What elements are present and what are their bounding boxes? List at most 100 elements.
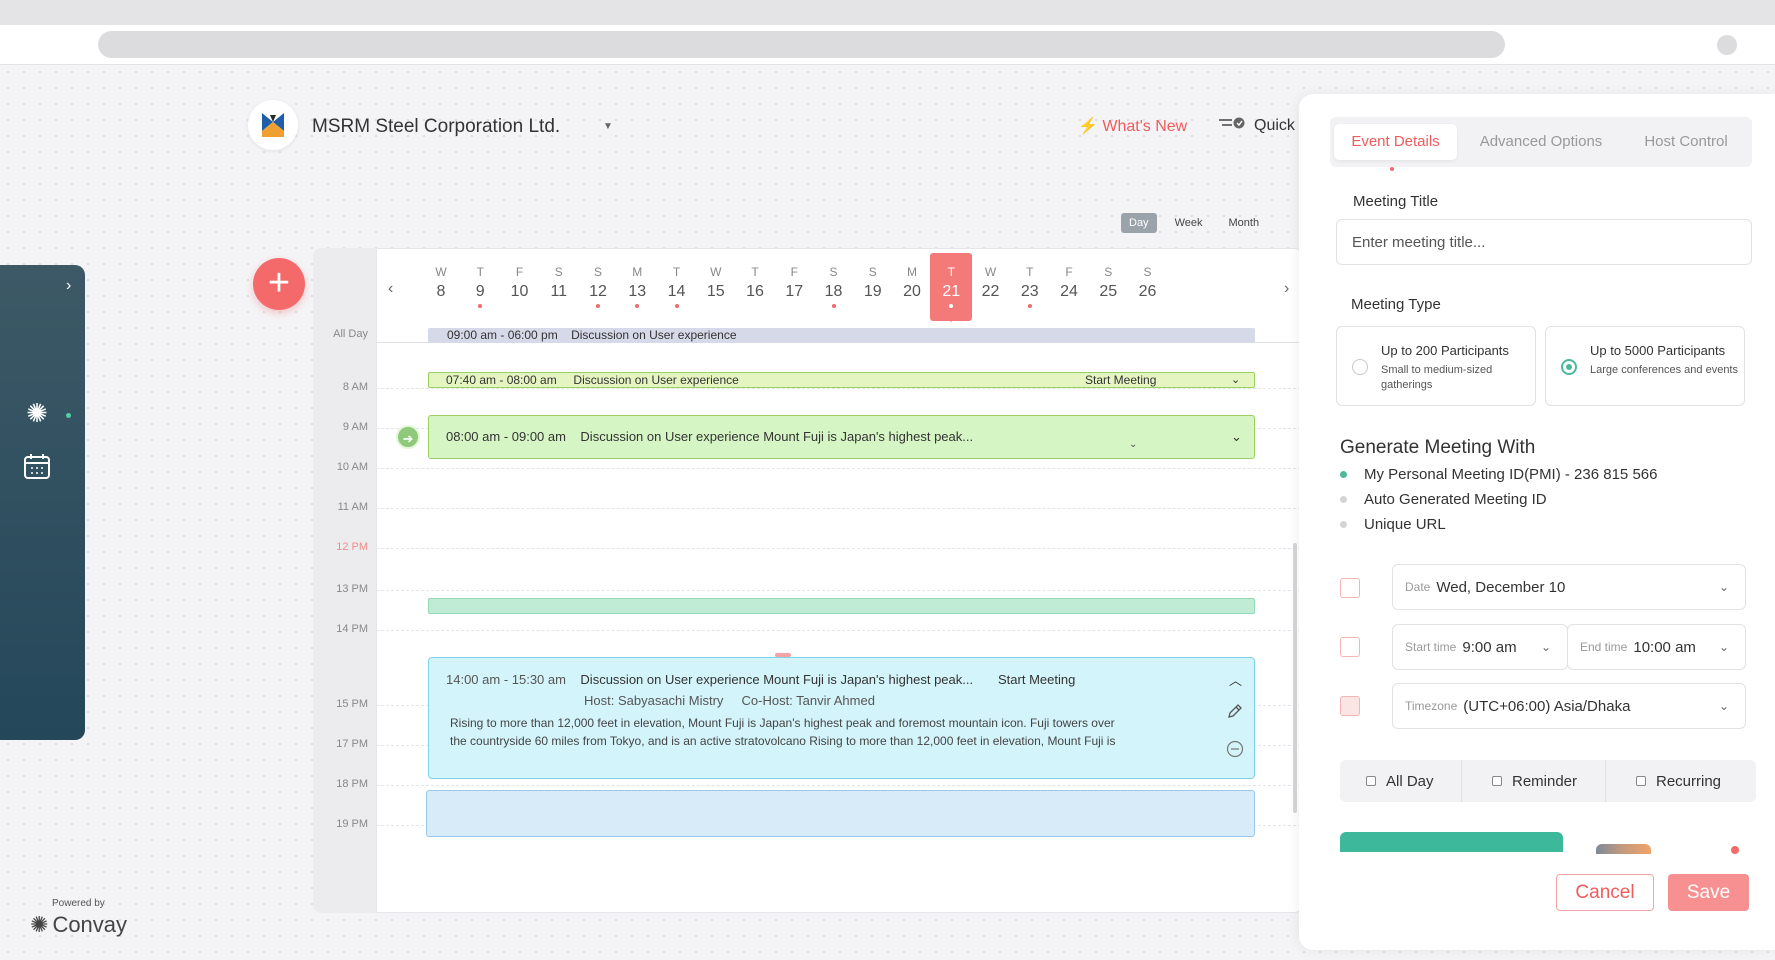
day-number: 11	[550, 283, 568, 300]
day-cell[interactable]: W8	[420, 253, 462, 321]
day-cell[interactable]: T 23	[1009, 253, 1051, 321]
chevron-down-icon[interactable]: ⌄	[1231, 416, 1242, 458]
meeting-type-5000[interactable]: Up to 5000 Participants Large conference…	[1545, 326, 1745, 406]
event-cohost: Co-Host: Tanvir Ahmed	[741, 693, 875, 708]
checkbox-box[interactable]	[1366, 776, 1376, 786]
radio-5000[interactable]	[1561, 359, 1577, 375]
day-cell[interactable]: F 10	[499, 253, 541, 321]
remove-circle-icon[interactable]	[1226, 740, 1244, 761]
event-0740[interactable]: 07:40 am - 08:00 am Discussion on User e…	[428, 372, 1255, 388]
day-number: 19	[863, 283, 882, 300]
meeting-title-input[interactable]	[1336, 219, 1752, 265]
day-cell[interactable]: T9	[459, 253, 501, 321]
event-0800[interactable]: 08:00 am - 09:00 am Discussion on User e…	[428, 415, 1255, 459]
date-value: Wed, December 10	[1436, 578, 1566, 596]
day-cell[interactable]: F 17	[773, 253, 815, 321]
view-month[interactable]: Month	[1220, 213, 1267, 233]
edit-pencil-icon[interactable]	[1226, 702, 1244, 723]
day-cell[interactable]: S 25	[1087, 253, 1129, 321]
org-name[interactable]: MSRM Steel Corporation Ltd.	[312, 116, 560, 138]
next-week-icon[interactable]: ›	[1284, 280, 1289, 298]
date-field[interactable]: Date Wed, December 10 ⌄	[1392, 564, 1746, 610]
day-cell[interactable]: F 24	[1048, 253, 1090, 321]
timezone-field[interactable]: Timezone (UTC+06:00) Asia/Dhaka ⌄	[1392, 683, 1746, 729]
time-label: 18 PM	[336, 778, 368, 790]
chevron-down-icon[interactable]: ⌄	[1231, 373, 1240, 387]
day-cell[interactable]: M 20	[891, 253, 933, 321]
org-logo[interactable]	[248, 100, 298, 150]
view-day[interactable]: Day	[1121, 213, 1157, 233]
day-number: 25	[1099, 283, 1118, 300]
event-all-day[interactable]: 09:00 am - 06:00 pm Discussion on User e…	[428, 328, 1255, 343]
view-week[interactable]: Week	[1167, 213, 1211, 233]
meeting-type-label: Meeting Type	[1351, 296, 1441, 313]
end-time-field[interactable]: End time 10:00 am ⌄	[1567, 624, 1746, 670]
day-weekday: T	[751, 265, 759, 279]
day-weekday: S	[1104, 265, 1113, 279]
brand-name: Convay	[52, 912, 128, 937]
event-time: 07:40 am - 08:00 am	[446, 373, 557, 387]
browser-toolbar	[0, 25, 1775, 65]
event-block-17[interactable]	[426, 790, 1255, 837]
day-weekday: T	[947, 265, 955, 279]
prev-week-icon[interactable]: ‹	[388, 280, 393, 298]
day-cell[interactable]: S 18	[813, 253, 855, 321]
day-cell[interactable]: S 11	[538, 253, 580, 321]
event-description-2: the countryside 60 miles from Tokyo, and…	[450, 734, 1116, 748]
event-block-13[interactable]	[428, 598, 1255, 614]
checkbox-box[interactable]	[1636, 776, 1646, 786]
meeting-type-200[interactable]: Up to 200 Participants Small to medium-s…	[1336, 326, 1536, 406]
generate-title: Generate Meeting With	[1340, 437, 1536, 458]
generate-option-url[interactable]: Unique URL	[1340, 516, 1446, 533]
radio-200[interactable]	[1352, 359, 1368, 375]
end-label: End time	[1580, 640, 1628, 654]
day-cell[interactable]: S 12	[577, 253, 619, 321]
event-1400-expanded[interactable]: 14:00 am - 15:30 am Discussion on User e…	[428, 657, 1255, 779]
quick-menu[interactable]: Quick	[1218, 116, 1295, 135]
join-arrow-icon[interactable]: ➜	[396, 425, 420, 449]
add-participants-button[interactable]	[1340, 832, 1563, 852]
checkbox-label: All Day	[1386, 772, 1434, 790]
day-cell[interactable]: T 14	[656, 253, 698, 321]
reminder-checkbox[interactable]: Reminder	[1492, 760, 1577, 802]
day-number: 15	[706, 283, 725, 300]
address-bar[interactable]	[98, 31, 1505, 58]
small-chevron-icon[interactable]: ⌄	[1129, 424, 1137, 458]
day-cell[interactable]: W 22	[970, 253, 1012, 321]
convay-logo-icon[interactable]: ✺	[22, 398, 52, 428]
start-meeting-link[interactable]: Start Meeting	[998, 672, 1075, 687]
day-cell[interactable]: W 15	[695, 253, 737, 321]
generate-option-pmi[interactable]: My Personal Meeting ID(PMI) - 236 815 56…	[1340, 466, 1657, 483]
start-time-field[interactable]: Start time 9:00 am ⌄	[1392, 624, 1568, 670]
day-weekday: S	[868, 265, 877, 279]
time-label: 9 AM	[342, 421, 368, 433]
generate-option-auto[interactable]: Auto Generated Meeting ID	[1340, 491, 1547, 508]
checkbox-box[interactable]	[1492, 776, 1502, 786]
tab-host-control[interactable]: Host Control	[1626, 124, 1746, 160]
tab-event-details[interactable]: Event Details	[1334, 124, 1457, 160]
options-checkboxes: All Day Reminder Recurring	[1340, 760, 1756, 802]
recurring-checkbox[interactable]: Recurring	[1636, 760, 1721, 802]
day-cell[interactable]: S 26	[1127, 253, 1169, 321]
day-today[interactable]: T 21	[930, 253, 973, 322]
profile-icon[interactable]	[1717, 35, 1737, 55]
expand-chevron-icon[interactable]: ›	[66, 277, 71, 295]
chevron-up-icon[interactable]: ︿	[1229, 670, 1242, 689]
date-calendar-icon	[1340, 578, 1360, 598]
sidebar: › ✺	[0, 265, 85, 740]
cancel-button[interactable]: Cancel	[1556, 874, 1654, 911]
create-event-button[interactable]: +	[253, 258, 305, 310]
org-dropdown-icon[interactable]: ▼	[603, 121, 613, 132]
all-day-checkbox[interactable]: All Day	[1366, 760, 1434, 802]
event-title: Discussion on User experience Mount Fuji…	[580, 429, 974, 444]
save-button[interactable]: Save	[1668, 874, 1749, 911]
whats-new-link[interactable]: ⚡ What's New	[1078, 116, 1187, 136]
calendar-scrollbar[interactable]	[1293, 543, 1297, 813]
day-cell[interactable]: T 16	[734, 253, 776, 321]
tab-advanced-options[interactable]: Advanced Options	[1460, 124, 1622, 160]
day-cell[interactable]: M 13	[616, 253, 658, 321]
day-cell[interactable]: S 19	[852, 253, 894, 321]
start-meeting-link[interactable]: Start Meeting	[1085, 373, 1156, 387]
event-title: Discussion on User experience Mount Fuji…	[580, 672, 974, 687]
calendar-icon[interactable]	[22, 451, 52, 481]
